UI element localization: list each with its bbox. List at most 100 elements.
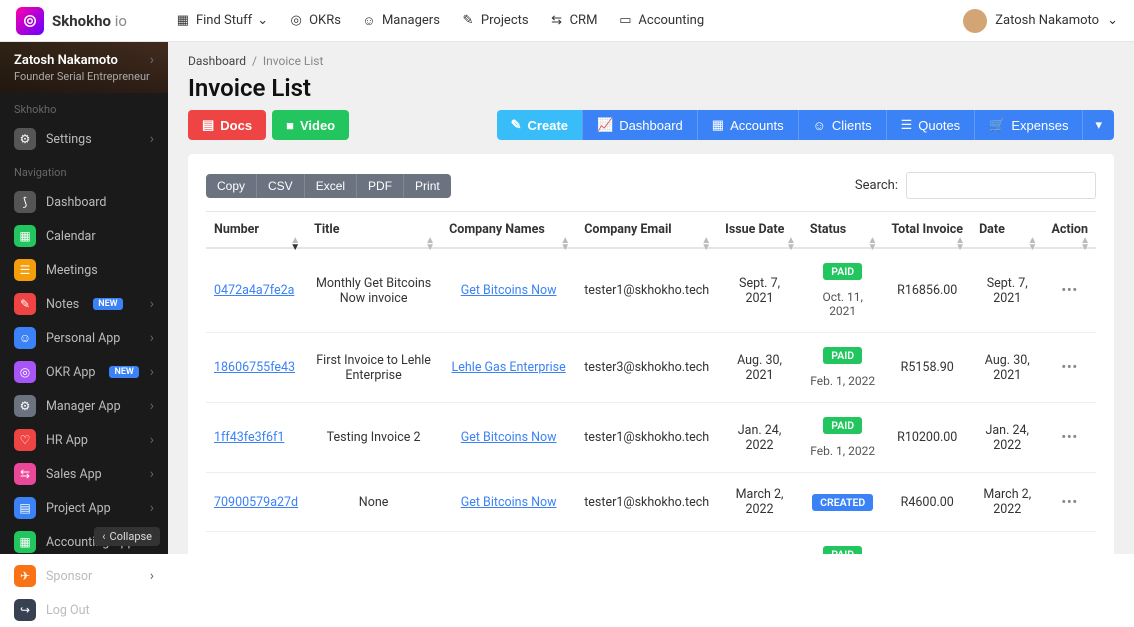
accounts-button[interactable]: ▦Accounts — [697, 110, 798, 140]
status-date: Feb. 1, 2022 — [810, 444, 876, 458]
invoice-number-link[interactable]: 70900579a27d — [214, 495, 298, 510]
user-menu[interactable]: Zatosh Nakamoto ⌄ — [963, 9, 1118, 33]
status-badge: PAID — [823, 347, 862, 364]
search-input[interactable] — [906, 172, 1096, 199]
col-company[interactable]: Company Names▲▼ — [441, 212, 576, 249]
chart-icon: 📈 — [597, 117, 613, 133]
company-link[interactable]: Get Bitcoins Now — [461, 283, 557, 298]
col-date[interactable]: Date▲▼ — [971, 212, 1043, 249]
clients-button[interactable]: ☺Clients — [798, 110, 886, 140]
col-action[interactable]: Action▲▼ — [1043, 212, 1096, 249]
cart-icon: 🛒 — [989, 117, 1005, 133]
chevron-right-icon: › — [150, 466, 154, 482]
sidebar-profile[interactable]: Zatosh Nakamoto› Founder Serial Entrepre… — [0, 42, 168, 93]
company-link[interactable]: Get Bitcoins Now — [461, 430, 557, 445]
sidebar-item-sponsor[interactable]: ✈Sponsor› — [0, 559, 168, 593]
money-icon: ▭ — [617, 13, 633, 29]
company-link[interactable]: Lehle Gas Enterprise — [452, 360, 566, 375]
invoice-number-link[interactable]: 1ff43fe3f6f1 — [214, 430, 284, 445]
brand-text: Skhokho io — [52, 12, 127, 30]
row-actions-button[interactable]: ••• — [1061, 360, 1077, 375]
page-title: Invoice List — [168, 72, 1134, 110]
cell-title: Testing Invoice 2 — [306, 403, 441, 473]
status-date: Oct. 11, 2021 — [810, 290, 876, 318]
col-status[interactable]: Status▲▼ — [802, 212, 884, 249]
nav-managers[interactable]: ☺Managers — [361, 13, 440, 29]
cell-email: tester3@skhokho.tech — [576, 333, 717, 403]
chevron-right-icon: › — [150, 568, 154, 584]
status-date: Feb. 1, 2022 — [810, 374, 876, 388]
data-panel: Copy CSV Excel PDF Print Search: Number▲… — [188, 154, 1114, 554]
nav-crm[interactable]: ⇆CRM — [549, 13, 598, 29]
col-email[interactable]: Company Email▲▼ — [576, 212, 717, 249]
row-actions-button[interactable]: ••• — [1061, 430, 1077, 445]
sidebar-item-hr-app[interactable]: ♡HR App› — [0, 423, 168, 457]
csv-button[interactable]: CSV — [256, 174, 304, 198]
docs-button[interactable]: ▤Docs — [188, 110, 266, 140]
sidebar-item-calendar[interactable]: ▦Calendar — [0, 219, 168, 253]
sidebar-item-sales-app[interactable]: ⇆Sales App› — [0, 457, 168, 491]
calculator-icon: ▦ — [712, 117, 724, 133]
chevron-right-icon: › — [150, 432, 154, 448]
col-title[interactable]: Title▲▼ — [306, 212, 441, 249]
cell-title: None — [306, 532, 441, 555]
col-issue[interactable]: Issue Date▲▼ — [717, 212, 802, 249]
print-button[interactable]: Print — [403, 174, 451, 198]
cell-total: R20600.00 — [883, 532, 971, 555]
excel-button[interactable]: Excel — [304, 174, 356, 198]
video-button[interactable]: ■Video — [272, 110, 349, 140]
row-actions-button[interactable]: ••• — [1061, 283, 1077, 298]
row-actions-button[interactable]: ••• — [1061, 495, 1077, 510]
sidebar-item-meetings[interactable]: ☰Meetings — [0, 253, 168, 287]
cell-status: CREATED — [802, 473, 884, 532]
app-icon: ▤ — [14, 497, 36, 519]
nav-okrs[interactable]: ◎OKRs — [288, 13, 341, 29]
pdf-button[interactable]: PDF — [356, 174, 403, 198]
dashboard-button[interactable]: 📈Dashboard — [582, 110, 697, 140]
quotes-button[interactable]: ☰Quotes — [886, 110, 975, 140]
table-row: 89bcbcfd9a4cNoneIntelli Marketing Soluti… — [206, 532, 1096, 555]
cell-status: PAID Feb. 1, 2022 — [802, 333, 884, 403]
nav-find-stuff[interactable]: ▦Find Stuff ⌄ — [175, 13, 268, 29]
app-icon: ☰ — [14, 259, 36, 281]
cell-status: PAIDFeb. 1, 2022 — [802, 403, 884, 473]
sidebar-item-dashboard[interactable]: ⟆Dashboard — [0, 185, 168, 219]
company-link[interactable]: Get Bitcoins Now — [461, 495, 557, 510]
table-row: 70900579a27dNoneGet Bitcoins Nowtester1@… — [206, 473, 1096, 532]
invoice-table: Number▲▼ Title▲▼ Company Names▲▼ Company… — [206, 211, 1096, 554]
status-badge: PAID — [823, 546, 862, 554]
cell-status: PAIDOct. 11, 2021 — [802, 248, 884, 333]
create-button[interactable]: ✎Create — [497, 110, 582, 140]
sidebar-item-manager-app[interactable]: ⚙Manager App› — [0, 389, 168, 423]
right-actions: ✎Create 📈Dashboard ▦Accounts ☺Clients ☰Q… — [497, 110, 1114, 140]
chevron-right-icon: › — [150, 131, 154, 147]
nav-projects[interactable]: ✎Projects — [460, 13, 529, 29]
cell-issue: Sept. 7, 2021 — [717, 248, 802, 333]
col-number[interactable]: Number▲▼ — [206, 212, 306, 249]
invoice-number-link[interactable]: 18606755fe43 — [214, 360, 295, 375]
sidebar-item-personal-app[interactable]: ☺Personal App› — [0, 321, 168, 355]
cell-email: tester1@skhokho.tech — [576, 473, 717, 532]
user-name: Zatosh Nakamoto — [995, 13, 1099, 28]
nav-accounting[interactable]: ▭Accounting — [617, 13, 704, 29]
caret-down-icon: ▾ — [1095, 117, 1102, 133]
col-total[interactable]: Total Invoice▲▼ — [883, 212, 971, 249]
invoice-number-link[interactable]: 0472a4a7fe2a — [214, 283, 294, 298]
breadcrumb-root[interactable]: Dashboard — [188, 54, 246, 68]
search-label: Search: — [855, 178, 898, 193]
sidebar-item-log-out[interactable]: ↪Log Out — [0, 593, 168, 627]
brand-logo[interactable] — [16, 7, 44, 35]
sidebar-item-project-app[interactable]: ▤Project App› — [0, 491, 168, 525]
copy-button[interactable]: Copy — [206, 174, 256, 198]
app-icon: ✎ — [14, 293, 36, 315]
cell-issue: Oct. 11, 2021 — [717, 532, 802, 555]
collapse-button[interactable]: ‹Collapse — [94, 527, 160, 546]
sidebar-item-okr-app[interactable]: ◎OKR AppNEW› — [0, 355, 168, 389]
expenses-button[interactable]: 🛒Expenses — [974, 110, 1082, 140]
more-actions-button[interactable]: ▾ — [1082, 110, 1114, 140]
edit-icon: ✎ — [460, 13, 476, 29]
sidebar-settings[interactable]: ⚙Settings › — [0, 122, 168, 156]
sidebar-item-notes[interactable]: ✎NotesNEW› — [0, 287, 168, 321]
breadcrumb-current: Invoice List — [263, 54, 324, 68]
action-row: ▤Docs ■Video ✎Create 📈Dashboard ▦Account… — [168, 110, 1134, 154]
